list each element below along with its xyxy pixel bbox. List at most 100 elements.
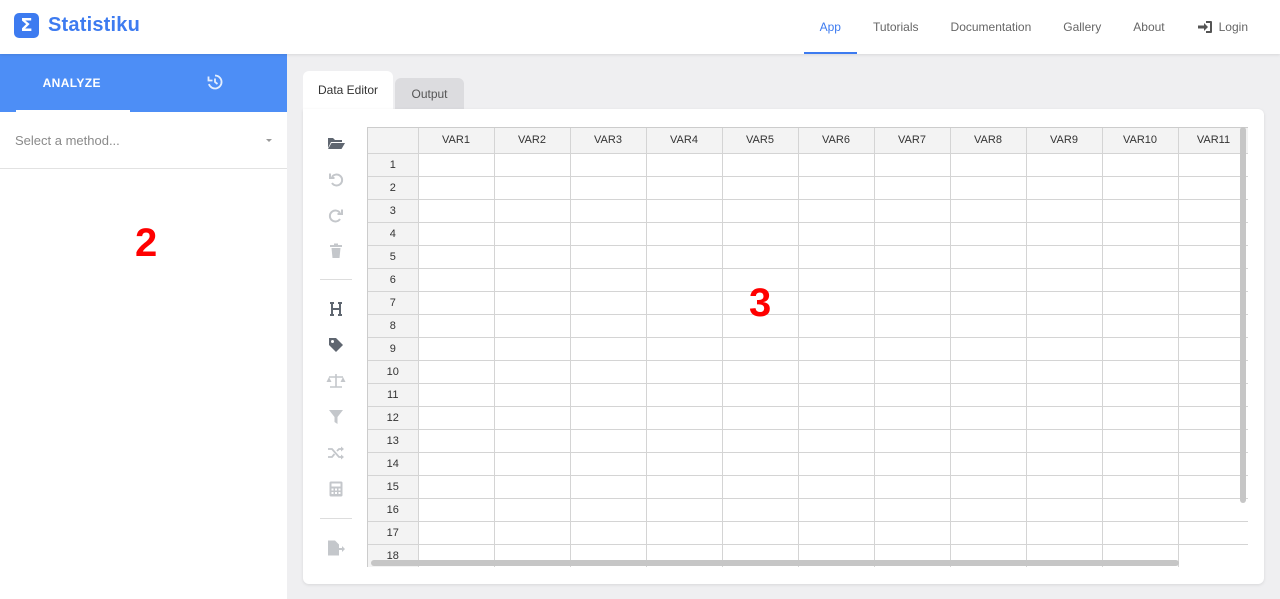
grid-cell[interactable] bbox=[798, 291, 875, 315]
grid-cell[interactable] bbox=[950, 475, 1027, 499]
grid-cell[interactable] bbox=[950, 245, 1027, 269]
grid-cell[interactable] bbox=[418, 199, 495, 223]
grid-cell[interactable] bbox=[950, 268, 1027, 292]
row-header[interactable]: 15 bbox=[368, 475, 419, 499]
column-header[interactable]: VAR7 bbox=[874, 128, 951, 154]
redo-icon[interactable] bbox=[317, 202, 355, 228]
grid-cell[interactable] bbox=[874, 176, 951, 200]
grid-cell[interactable] bbox=[494, 383, 571, 407]
corner-cell[interactable] bbox=[368, 128, 419, 154]
grid-cell[interactable] bbox=[1026, 475, 1103, 499]
grid-cell[interactable] bbox=[494, 475, 571, 499]
nav-documentation[interactable]: Documentation bbox=[935, 0, 1048, 54]
grid-cell[interactable] bbox=[494, 291, 571, 315]
column-header[interactable]: VAR1 bbox=[418, 128, 495, 154]
grid-cell[interactable] bbox=[722, 475, 799, 499]
grid-cell[interactable] bbox=[1102, 153, 1179, 177]
tab-output[interactable]: Output bbox=[395, 78, 464, 109]
column-header[interactable]: VAR6 bbox=[798, 128, 875, 154]
grid-cell[interactable] bbox=[646, 521, 723, 545]
column-header[interactable]: VAR4 bbox=[646, 128, 723, 154]
grid-cell[interactable] bbox=[722, 383, 799, 407]
grid-cell[interactable] bbox=[722, 406, 799, 430]
grid-cell[interactable] bbox=[1178, 245, 1248, 269]
grid-cell[interactable] bbox=[646, 383, 723, 407]
grid-cell[interactable] bbox=[722, 245, 799, 269]
grid-cell[interactable] bbox=[418, 383, 495, 407]
grid-cell[interactable] bbox=[494, 268, 571, 292]
grid-cell[interactable] bbox=[570, 291, 647, 315]
grid-cell[interactable] bbox=[418, 314, 495, 338]
grid-cell[interactable] bbox=[494, 222, 571, 246]
grid-cell[interactable] bbox=[494, 337, 571, 361]
row-header[interactable]: 8 bbox=[368, 314, 419, 338]
grid-cell[interactable] bbox=[950, 383, 1027, 407]
grid-cell[interactable] bbox=[646, 337, 723, 361]
grid-cell[interactable] bbox=[950, 199, 1027, 223]
grid-cell[interactable] bbox=[570, 452, 647, 476]
column-header[interactable]: VAR2 bbox=[494, 128, 571, 154]
brand[interactable]: Σ Statistiku bbox=[14, 13, 140, 38]
grid-cell[interactable] bbox=[1026, 176, 1103, 200]
grid-cell[interactable] bbox=[874, 291, 951, 315]
folder-open-icon[interactable] bbox=[317, 130, 355, 156]
grid-cell[interactable] bbox=[646, 245, 723, 269]
grid-cell[interactable] bbox=[646, 291, 723, 315]
grid-cell[interactable] bbox=[874, 199, 951, 223]
grid-cell[interactable] bbox=[722, 498, 799, 522]
method-select[interactable]: Select a method... bbox=[0, 112, 287, 169]
grid-cell[interactable] bbox=[798, 498, 875, 522]
grid-cell[interactable] bbox=[874, 521, 951, 545]
grid-cell[interactable] bbox=[494, 176, 571, 200]
grid-cell[interactable] bbox=[1102, 176, 1179, 200]
grid-cell[interactable] bbox=[798, 475, 875, 499]
grid-cell[interactable] bbox=[1102, 268, 1179, 292]
grid-cell[interactable] bbox=[798, 222, 875, 246]
row-header[interactable]: 4 bbox=[368, 222, 419, 246]
grid-cell[interactable] bbox=[646, 429, 723, 453]
column-header[interactable]: VAR9 bbox=[1026, 128, 1103, 154]
grid-cell[interactable] bbox=[418, 337, 495, 361]
grid-cell[interactable] bbox=[570, 406, 647, 430]
grid-cell[interactable] bbox=[874, 475, 951, 499]
column-header[interactable]: VAR5 bbox=[722, 128, 799, 154]
column-header[interactable]: VAR10 bbox=[1102, 128, 1179, 154]
grid-cell[interactable] bbox=[1026, 314, 1103, 338]
tab-history[interactable] bbox=[144, 54, 288, 112]
grid-cell[interactable] bbox=[1178, 314, 1248, 338]
grid-cell[interactable] bbox=[646, 268, 723, 292]
grid-cell[interactable] bbox=[570, 153, 647, 177]
grid-cell[interactable] bbox=[418, 406, 495, 430]
grid-cell[interactable] bbox=[1178, 498, 1248, 522]
nav-about[interactable]: About bbox=[1117, 0, 1180, 54]
grid-cell[interactable] bbox=[874, 314, 951, 338]
row-header[interactable]: 2 bbox=[368, 176, 419, 200]
grid-cell[interactable] bbox=[418, 360, 495, 384]
grid-cell[interactable] bbox=[570, 176, 647, 200]
grid-cell[interactable] bbox=[494, 314, 571, 338]
grid-cell[interactable] bbox=[1026, 153, 1103, 177]
grid-cell[interactable] bbox=[874, 268, 951, 292]
grid-cell[interactable] bbox=[874, 452, 951, 476]
grid-cell[interactable] bbox=[874, 383, 951, 407]
grid-cell[interactable] bbox=[418, 153, 495, 177]
grid-cell[interactable] bbox=[1178, 360, 1248, 384]
row-header[interactable]: 1 bbox=[368, 153, 419, 177]
row-header[interactable]: 17 bbox=[368, 521, 419, 545]
grid-cell[interactable] bbox=[1102, 521, 1179, 545]
grid-cell[interactable] bbox=[1178, 337, 1248, 361]
grid-cell[interactable] bbox=[646, 498, 723, 522]
file-export-icon[interactable] bbox=[317, 535, 355, 561]
grid-cell[interactable] bbox=[798, 452, 875, 476]
grid-cell[interactable] bbox=[1178, 153, 1248, 177]
grid-cell[interactable] bbox=[1026, 521, 1103, 545]
grid-cell[interactable] bbox=[798, 176, 875, 200]
grid-cell[interactable] bbox=[570, 429, 647, 453]
filter-icon[interactable] bbox=[317, 404, 355, 430]
grid-cell[interactable] bbox=[1102, 452, 1179, 476]
tab-analyze[interactable]: ANALYZE bbox=[0, 54, 144, 112]
grid-cell[interactable] bbox=[874, 153, 951, 177]
grid-cell[interactable] bbox=[1026, 498, 1103, 522]
grid-cell[interactable] bbox=[646, 360, 723, 384]
grid-cell[interactable] bbox=[874, 360, 951, 384]
